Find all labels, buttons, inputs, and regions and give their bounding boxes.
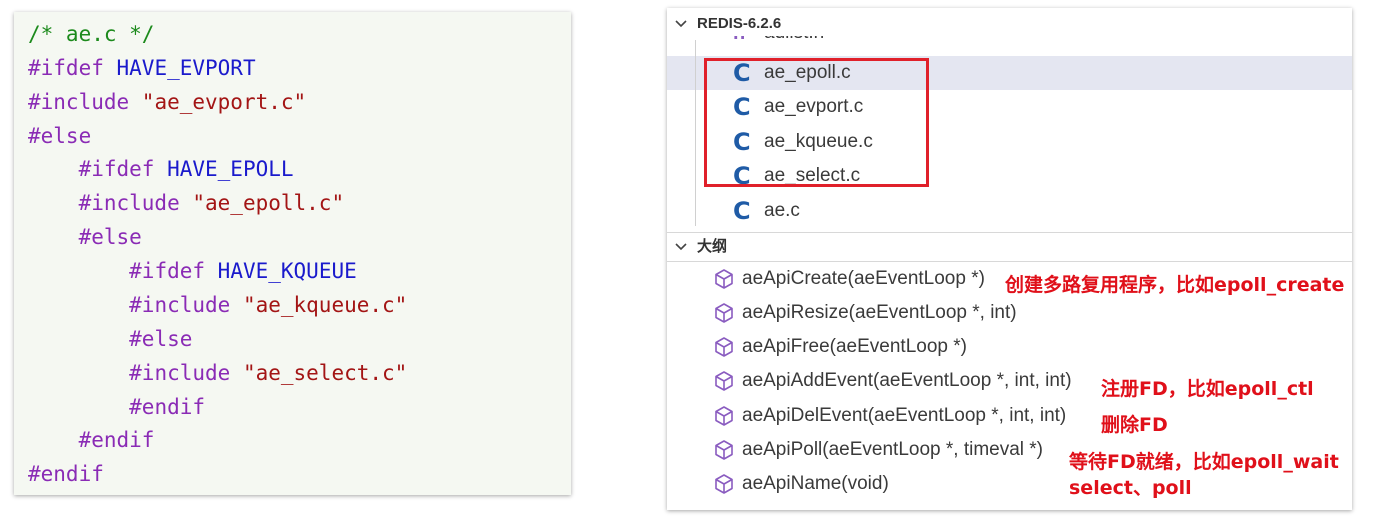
code-token-string: "ae_evport.c" (141, 90, 307, 114)
code-token-directive: #include (28, 90, 142, 114)
code-line: #else (28, 322, 192, 356)
outline-title: 大纲 (697, 238, 728, 255)
outline-item-label: aeApiName(void) (742, 473, 889, 494)
code-token-directive: #endif (28, 462, 104, 486)
outline-item-label: aeApiAddEvent(aeEventLoop *, int, int) (742, 370, 1072, 391)
outline-item-label: aeApiFree(aeEventLoop *) (742, 336, 967, 357)
outline-item-label: aeApiResize(aeEventLoop *, int) (742, 302, 1017, 323)
file-row[interactable]: Cae.c (667, 194, 1352, 228)
code-token-directive: #include (129, 293, 243, 317)
code-line: #else (28, 119, 91, 153)
annotation-del-event: 删除FD (1101, 414, 1168, 436)
code-line: #ifdef HAVE_KQUEUE (28, 254, 357, 288)
code-line: #else (28, 220, 142, 254)
outline-section-header[interactable]: 大纲 (667, 232, 1352, 262)
code-line: #ifdef HAVE_EVPORT (28, 51, 256, 85)
code-line: /* ae.c */ (28, 17, 154, 51)
chevron-down-icon[interactable] (673, 233, 689, 261)
file-name: ae.c (764, 200, 800, 221)
outline-item[interactable]: aeApiDelEvent(aeEventLoop *, int, int) (667, 399, 1352, 433)
code-line: #include "ae_select.c" (28, 356, 407, 390)
code-token-macro: HAVE_EPOLL (167, 157, 294, 181)
outline-item-label: aeApiPoll(aeEventLoop *, timeval *) (742, 439, 1044, 460)
code-token-directive: #else (78, 225, 142, 249)
outline-item[interactable]: aeApiResize(aeEventLoop *, int) (667, 296, 1352, 330)
code-token-macro: HAVE_EVPORT (116, 56, 256, 80)
method-cube-icon (713, 439, 735, 461)
code-line: #include "ae_evport.c" (28, 85, 306, 119)
code-token-directive: #ifdef (129, 259, 218, 283)
chevron-down-icon[interactable] (673, 10, 689, 38)
code-token-directive: #else (129, 327, 193, 351)
outline-item-label: aeApiCreate(aeEventLoop *) (742, 268, 985, 289)
code-token-directive: #ifdef (28, 56, 117, 80)
code-token-directive: #include (78, 191, 193, 215)
code-token-string: "ae_kqueue.c" (242, 293, 408, 317)
code-snippet-panel: /* ae.c */#ifdef HAVE_EVPORT #include "ae… (14, 12, 571, 495)
code-line: #include "ae_kqueue.c" (28, 288, 407, 322)
code-token-directive: #endif (129, 395, 206, 419)
explorer-section-header[interactable]: REDIS-6.2.6 (667, 10, 1352, 38)
highlight-box (704, 58, 929, 187)
method-cube-icon (713, 473, 735, 495)
code-line: #endif (28, 390, 205, 424)
code-line: #endif (28, 457, 104, 491)
outline-item-label: aeApiDelEvent(aeEventLoop *, int, int) (742, 405, 1067, 426)
code-token-directive: #else (28, 124, 92, 148)
annotation-poll: 等待FD就绪，比如epoll_wait (1069, 451, 1339, 473)
method-cube-icon (713, 302, 735, 324)
code-line: #endif (28, 423, 155, 457)
method-cube-icon (713, 405, 735, 427)
tree-indent-guide (695, 40, 696, 226)
code-line: #ifdef HAVE_EPOLL (28, 152, 294, 186)
file-name: adlist.h (764, 36, 824, 44)
method-cube-icon (713, 370, 735, 392)
c-file-icon: C (733, 197, 751, 225)
method-cube-icon (713, 268, 735, 290)
method-cube-icon (713, 336, 735, 358)
annotation-create: 创建多路复用程序，比如epoll_create (1005, 274, 1345, 296)
code-token-string: "ae_select.c" (242, 361, 408, 385)
code-token-directive: #endif (78, 428, 155, 452)
code-token-comment: /* ae.c */ (28, 22, 155, 46)
explorer-title: REDIS-6.2.6 (697, 15, 782, 32)
code-token-directive: #include (129, 361, 243, 385)
code-token-directive: #ifdef (78, 157, 168, 181)
h-file-icon: h (733, 36, 745, 45)
outline-item[interactable]: aeApiFree(aeEventLoop *) (667, 330, 1352, 364)
annotation-add-event: 注册FD，比如epoll_ctl (1101, 378, 1314, 400)
annotation-poll-line2: select、poll (1069, 477, 1192, 499)
file-row-partial[interactable]: h adlist.h (667, 36, 1352, 50)
code-token-macro: HAVE_KQUEUE (217, 259, 357, 283)
code-token-string: "ae_epoll.c" (192, 191, 345, 215)
code-line: #include "ae_epoll.c" (28, 186, 345, 220)
